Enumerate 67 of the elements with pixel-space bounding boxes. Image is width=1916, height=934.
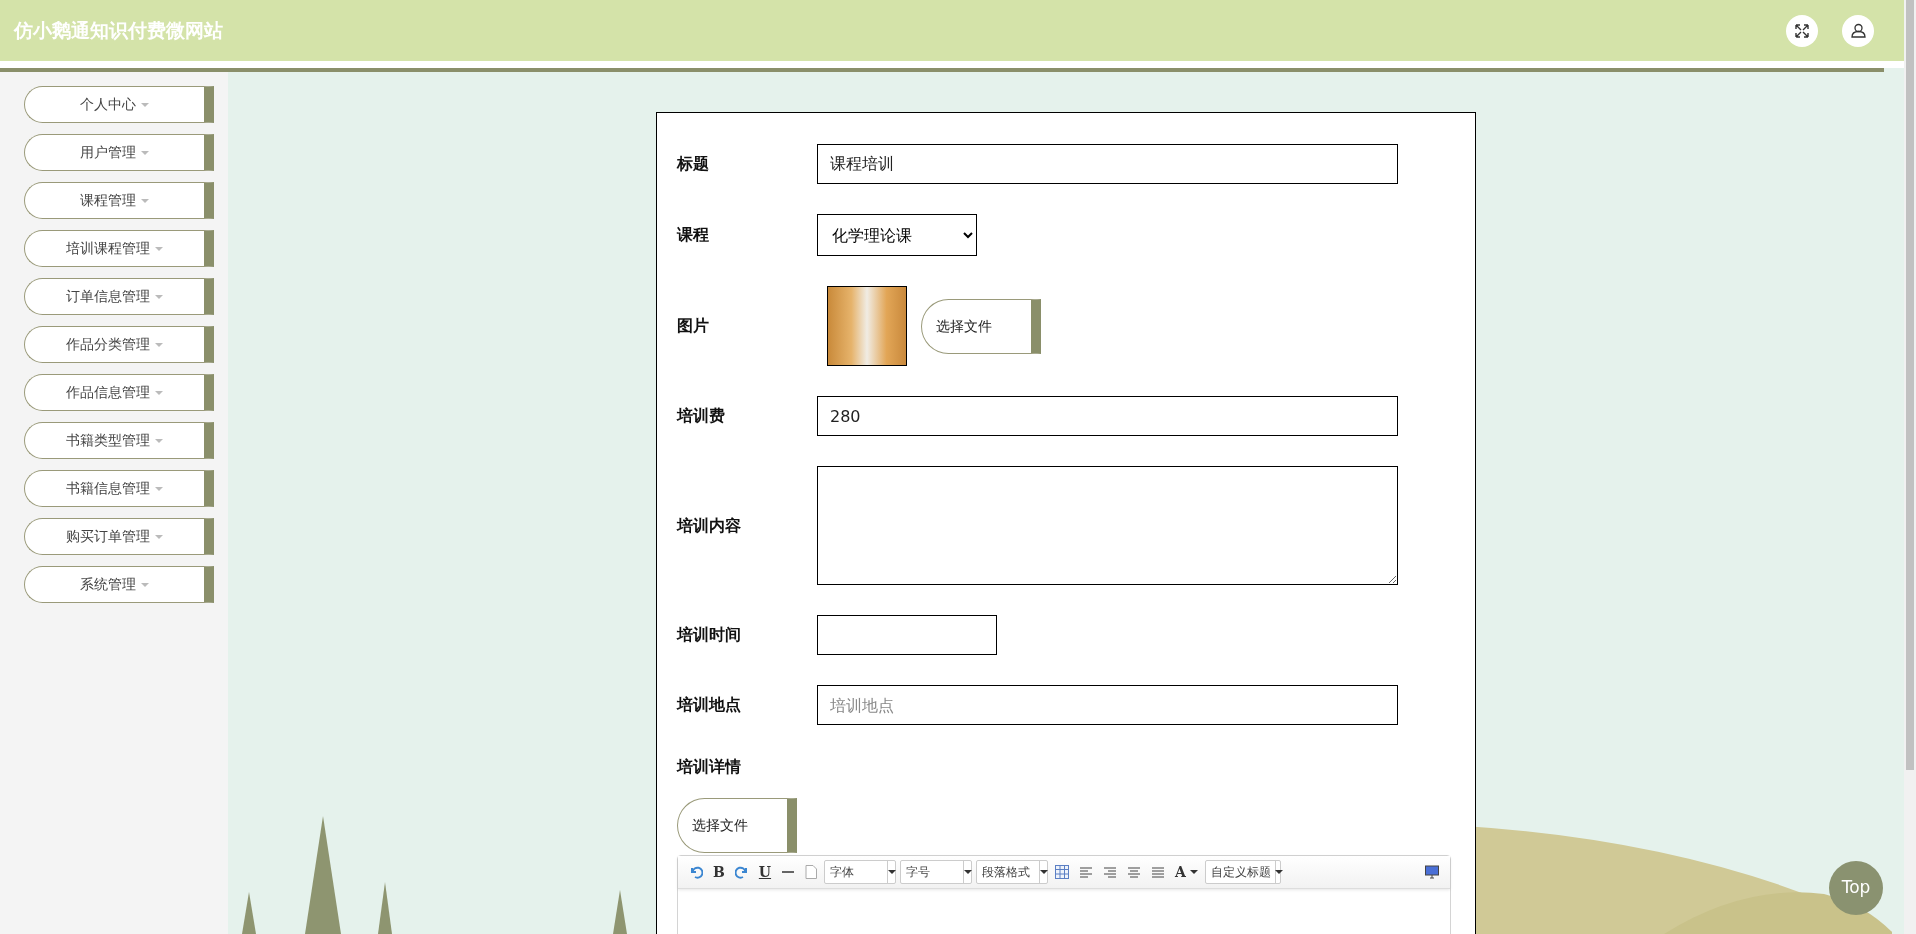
- caret-icon: [141, 582, 149, 587]
- field-label: 培训内容: [677, 514, 742, 537]
- table-icon[interactable]: [1055, 865, 1070, 879]
- date-field[interactable]: [817, 615, 997, 655]
- dropdown-select[interactable]: 字体: [824, 860, 897, 884]
- field-label: 课程: [677, 224, 710, 246]
- align-left-icon[interactable]: [1079, 865, 1094, 879]
- choose-file-button[interactable]: 选择文件: [677, 798, 797, 853]
- fullscreen-button[interactable]: [1786, 14, 1818, 47]
- sidebar-menu-item[interactable]: 用户管理: [24, 134, 214, 171]
- sidebar-menu-item[interactable]: 订单信息管理: [24, 278, 214, 315]
- sidebar-menu-item[interactable]: 课程管理: [24, 182, 214, 219]
- field-label: 培训时间: [677, 624, 742, 646]
- site-title: 仿小鹅通知识付费微网站: [14, 18, 223, 44]
- align-justify-icon[interactable]: [1151, 865, 1166, 879]
- caret-icon: [141, 102, 149, 107]
- input-field[interactable]: 280: [817, 396, 1398, 436]
- dropdown-select[interactable]: 自定义标题: [1204, 860, 1281, 884]
- caret-icon: [141, 150, 149, 155]
- font-color-button[interactable]: A: [1172, 861, 1201, 883]
- field-label: 标题: [677, 153, 710, 175]
- caret-icon: [1275, 870, 1284, 874]
- text-area[interactable]: [817, 466, 1398, 585]
- redo-icon[interactable]: [734, 865, 749, 879]
- dropdown-select[interactable]: 字号: [900, 860, 973, 884]
- field-label: 培训地点: [677, 694, 742, 716]
- expand-icon: [1795, 23, 1809, 38]
- caret-icon: [141, 198, 149, 203]
- dropdown-select[interactable]: 段落格式: [976, 860, 1049, 884]
- caret-icon: [155, 342, 163, 347]
- user-button[interactable]: [1842, 14, 1874, 47]
- input-field[interactable]: 培训地点: [817, 685, 1398, 725]
- bold-button[interactable]: B: [710, 861, 728, 883]
- caret-icon: [155, 390, 163, 395]
- choose-file-button[interactable]: 选择文件: [921, 298, 1041, 354]
- sidebar-menu-item[interactable]: 作品分类管理: [24, 326, 214, 363]
- user-icon: [1850, 23, 1866, 38]
- rich-text-editor[interactable]: B U 字体 字号 段落格式 A 自定义标题: [677, 855, 1451, 934]
- document-icon[interactable]: [805, 865, 818, 879]
- caret-icon: [155, 486, 163, 491]
- monitor-icon[interactable]: [1425, 865, 1439, 879]
- underline-button[interactable]: U: [755, 861, 775, 883]
- align-right-icon[interactable]: [1103, 865, 1118, 879]
- field-label: 培训详情: [677, 756, 742, 778]
- sidebar-menu-item[interactable]: 购买订单管理: [24, 518, 214, 555]
- caret-icon: [887, 870, 896, 874]
- sidebar-menu-item[interactable]: 培训课程管理: [24, 230, 214, 267]
- sidebar-menu-item[interactable]: 系统管理: [24, 566, 214, 603]
- caret-icon: [1039, 870, 1048, 874]
- caret-icon: [155, 294, 163, 299]
- undo-icon[interactable]: [689, 865, 703, 879]
- caret-icon: [155, 534, 163, 539]
- caret-icon: [1189, 870, 1198, 874]
- caret-icon: [155, 438, 163, 443]
- sidebar-menu-item[interactable]: 书籍信息管理: [24, 470, 214, 507]
- field-label: 培训费: [677, 405, 726, 427]
- course-select[interactable]: 化学理论课: [817, 214, 977, 256]
- field-label: 图片: [677, 315, 710, 337]
- sidebar-menu-item[interactable]: 书籍类型管理: [24, 422, 214, 459]
- caret-icon: [963, 870, 972, 874]
- align-center-icon[interactable]: [1127, 865, 1142, 879]
- caret-icon: [155, 246, 163, 251]
- sidebar-menu-item[interactable]: 作品信息管理: [24, 374, 214, 411]
- scrollbar[interactable]: [1904, 0, 1916, 934]
- sidebar-menu-item[interactable]: 个人中心: [24, 86, 214, 123]
- scrollbar-thumb[interactable]: [1906, 0, 1914, 770]
- input-field[interactable]: 课程培训: [817, 144, 1398, 184]
